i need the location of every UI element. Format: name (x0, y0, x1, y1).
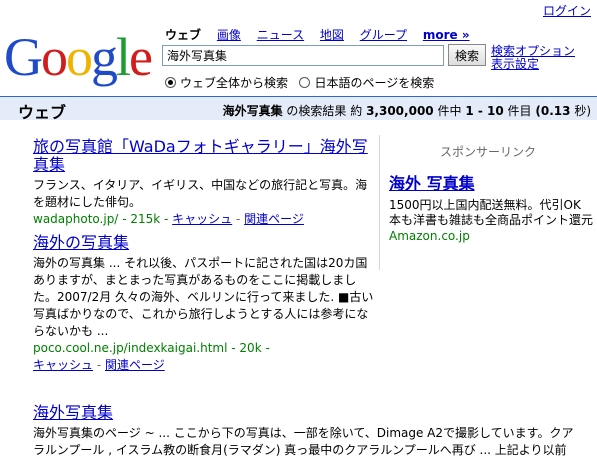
stats-query: 海外写真集 (222, 104, 283, 118)
logo-letter-g: G (4, 27, 43, 87)
logo-letter-e: e (129, 27, 153, 87)
sponsored-ad: 海外 写真集 1500円以上国内配送無料。代引OK 本も洋書も雑誌も全商品ポイン… (389, 170, 594, 243)
nav-maps[interactable]: 地図 (320, 28, 344, 42)
result-cache-link[interactable]: キャッシュ (172, 212, 232, 226)
search-options-links: 検索オプション 表示設定 (491, 45, 575, 71)
result-item: 海外の写真集 海外の写真集 ... それ以後、パスポートに記された国は20カ国あ… (33, 234, 378, 374)
result-url: poco.cool.ne.jp/indexkaigai.html (33, 341, 228, 355)
search-scope: ウェブ全体から検索 日本語のページを検索 (165, 74, 434, 91)
radio-japanese-label[interactable]: 日本語のページを検索 (314, 76, 434, 90)
result-related-link[interactable]: 関連ページ (105, 358, 165, 372)
nav-news[interactable]: ニュース (257, 28, 304, 42)
radio-all-web-label[interactable]: ウェブ全体から検索 (180, 76, 288, 90)
result-snippet: 海外の写真集 ... それ以後、パスポートに記された国は20カ国ありますが、まと… (33, 256, 374, 338)
stats-mid: 件中 (437, 104, 462, 118)
results-bar-title: ウェブ (18, 103, 67, 122)
logo-letter-o1: o (41, 27, 68, 87)
nav-images[interactable]: 画像 (217, 28, 241, 42)
result-title-link[interactable]: 旅の写真館「WaDaフォトギャラリー」海外写真集 (33, 137, 368, 174)
ad-line-2: 本も洋書も雑誌も全商品ポイント還元! (389, 213, 594, 227)
sponsor-label: スポンサーリンク (440, 145, 537, 159)
search-button[interactable]: 検索 (448, 44, 486, 66)
ad-url: Amazon.co.jp (389, 229, 470, 243)
sponsor-divider (379, 135, 380, 270)
result-meta: wadaphoto.jp/ - 215k - キャッシュ - 関連ページ (33, 212, 304, 226)
result-title-link[interactable]: 海外の写真集 (33, 233, 129, 252)
logo-letter-g2: g (91, 27, 118, 87)
nav-more[interactable]: more » (423, 28, 470, 42)
stats-time-unit: 秒) (574, 104, 591, 118)
logo-letter-o2: o (66, 27, 93, 87)
results-bar: ウェブ 海外写真集 の検索結果 約 3,300,000 件中 1 - 10 件目… (0, 96, 597, 122)
result-size: 215k (130, 212, 161, 226)
radio-japanese[interactable] (299, 77, 311, 88)
result-item: 旅の写真館「WaDaフォトギャラリー」海外写真集 フランス、イタリア、イギリス、… (33, 138, 378, 228)
stats-range: 1 - 10 (465, 104, 504, 118)
logo-letter-l: l (116, 27, 131, 87)
result-title-link[interactable]: 海外写真集 (33, 403, 113, 422)
google-logo[interactable]: Google (4, 30, 156, 90)
login-link[interactable]: ログイン (543, 2, 591, 19)
stats-prefix: の検索結果 約 (286, 104, 363, 118)
stats-suffix: 件目 (507, 104, 532, 118)
nav-groups[interactable]: グループ (360, 28, 407, 42)
nav-web: ウェブ (165, 28, 202, 42)
stats-time: (0.13 (535, 104, 571, 118)
top-nav: ウェブ 画像 ニュース 地図 グループ more » (165, 26, 482, 43)
result-snippet: 海外写真集のページ ~ ... ここから下の写真は、一部を除いて、Dimage … (33, 426, 574, 457)
search-input[interactable] (162, 45, 444, 66)
result-related-link[interactable]: 関連ページ (244, 212, 304, 226)
ad-text: 1500円以上国内配送無料。代引OK 本も洋書も雑誌も全商品ポイント還元! (389, 198, 594, 228)
stats-total: 3,300,000 (366, 104, 434, 118)
result-item: 海外写真集 海外写真集のページ ~ ... ここから下の写真は、一部を除いて、D… (33, 404, 583, 459)
result-size: 20k (239, 341, 262, 355)
preferences-link[interactable]: 表示設定 (491, 58, 575, 71)
result-meta: poco.cool.ne.jp/indexkaigai.html - 20k -… (33, 341, 270, 372)
result-url: wadaphoto.jp/ (33, 212, 119, 226)
results-stats: 海外写真集 の検索結果 約 3,300,000 件中 1 - 10 件目 (0.… (223, 102, 591, 119)
result-snippet: フランス、イタリア、イギリス、中国などの旅行記と写真。海を題材にした俳句。 (33, 178, 368, 209)
radio-all-web[interactable] (165, 77, 176, 88)
result-cache-link[interactable]: キャッシュ (33, 358, 93, 372)
ad-title-link[interactable]: 海外 写真集 (389, 174, 475, 193)
ad-line-1: 1500円以上国内配送無料。代引OK (389, 198, 581, 212)
